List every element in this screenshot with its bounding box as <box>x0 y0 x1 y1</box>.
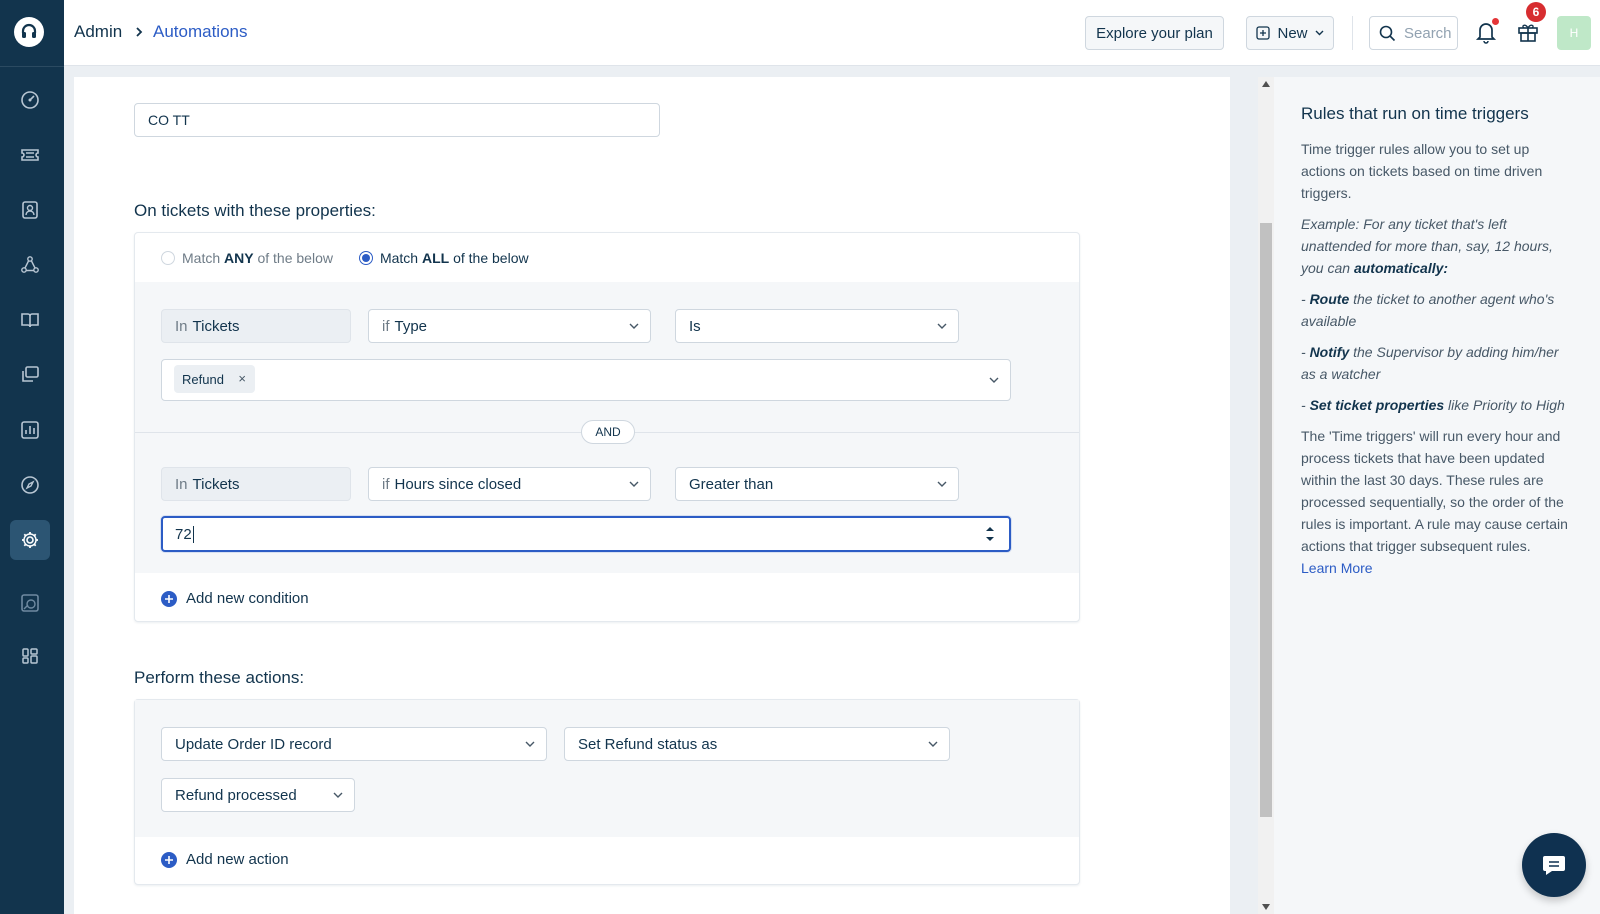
action-1-value-select[interactable]: Refund processed <box>161 778 355 812</box>
chevron-down-icon <box>989 377 999 384</box>
chevron-down-icon <box>928 741 938 748</box>
breadcrumb-chevron-icon <box>134 26 144 38</box>
sidebar-item-discover[interactable] <box>10 465 50 505</box>
sidebar-item-apps[interactable] <box>10 636 50 676</box>
help-body: The 'Time triggers' will run every hour … <box>1301 428 1568 554</box>
condition-1-field-select[interactable]: if Type <box>368 309 651 343</box>
dashboard-icon <box>19 89 41 111</box>
new-button[interactable]: New <box>1246 16 1334 50</box>
chat-widget-button[interactable] <box>1522 833 1586 897</box>
sidebar-item-freshworks[interactable] <box>10 583 50 623</box>
scroll-down-arrow-icon[interactable] <box>1262 904 1270 910</box>
match-any-radio[interactable] <box>161 251 175 265</box>
chevron-down-icon <box>629 323 639 330</box>
chevron-down-icon <box>629 481 639 488</box>
chevron-down-icon <box>937 323 947 330</box>
match-radio-group: Match ANY of the below Match ALL of the … <box>161 250 555 266</box>
rule-editor: CO TT On tickets with these properties: … <box>74 77 1230 914</box>
help-intro: Time trigger rules allow you to set up a… <box>1301 141 1543 201</box>
header-divider <box>1352 16 1353 50</box>
explore-plan-button[interactable]: Explore your plan <box>1085 16 1224 50</box>
forums-icon <box>19 364 41 386</box>
chevron-down-icon <box>937 481 947 488</box>
sidebar-item-dashboard[interactable] <box>10 80 50 120</box>
plus-square-icon <box>1256 26 1271 40</box>
tickets-icon <box>19 144 41 166</box>
main-scrollbar[interactable] <box>1258 77 1274 914</box>
sidebar-item-forums[interactable] <box>10 355 50 395</box>
help-bullet-set-properties: - Set ticket properties like Priority to… <box>1301 397 1565 413</box>
value-tag: Refund × <box>174 365 255 393</box>
help-bullet-route: - Route the ticket to another agent who'… <box>1301 291 1555 329</box>
help-example: Example: For any ticket that's left unat… <box>1301 216 1553 276</box>
condition-1-operator-select[interactable]: Is <box>675 309 959 343</box>
sidebar <box>0 0 64 914</box>
scroll-up-arrow-icon[interactable] <box>1262 81 1270 87</box>
conditions-panel: Match ANY of the below Match ALL of the … <box>134 232 1080 622</box>
add-action-button[interactable]: Add new action <box>161 851 289 868</box>
sidebar-item-tickets[interactable] <box>10 135 50 175</box>
discover-icon <box>19 474 41 496</box>
top-header: Admin Automations Explore your plan New … <box>64 0 1600 66</box>
reports-icon <box>19 419 41 441</box>
actions-panel: Update Order ID record Set Refund status… <box>134 699 1080 885</box>
chevron-down-icon <box>1315 30 1324 36</box>
chevron-down-icon <box>333 792 343 799</box>
breadcrumb-automations[interactable]: Automations <box>153 22 248 42</box>
rule-name-input[interactable]: CO TT <box>134 103 660 137</box>
gift-icon[interactable] <box>1516 19 1540 43</box>
conditions-list: In Tickets if Type Is Refund × AND In Ti… <box>135 282 1079 573</box>
new-button-label: New <box>1277 24 1308 42</box>
text-caret <box>192 525 194 543</box>
plus-circle-icon <box>161 590 177 607</box>
match-all-label[interactable]: Match ALL of the below <box>380 250 529 266</box>
condition-1-value-select[interactable]: Refund × <box>161 359 1011 401</box>
contacts-icon <box>19 199 41 221</box>
condition-2-scope: In Tickets <box>161 467 351 501</box>
actions-list: Update Order ID record Set Refund status… <box>135 700 1079 837</box>
chevron-down-icon <box>525 741 535 748</box>
number-spinner-icon[interactable] <box>985 523 995 545</box>
match-all-radio[interactable] <box>358 251 373 265</box>
help-title: Rules that run on time triggers <box>1301 104 1529 123</box>
breadcrumb-admin[interactable]: Admin <box>74 22 122 42</box>
condition-1-scope: In Tickets <box>161 309 351 343</box>
apps-icon <box>19 645 41 667</box>
scrollbar-thumb[interactable] <box>1260 223 1272 817</box>
learn-more-link[interactable]: Learn More <box>1301 557 1573 579</box>
action-1-target-select[interactable]: Update Order ID record <box>161 727 547 761</box>
condition-2-operator-select[interactable]: Greater than <box>675 467 959 501</box>
search-icon <box>1379 25 1396 42</box>
sidebar-item-reports[interactable] <box>10 410 50 450</box>
and-operator-pill: AND <box>581 420 635 444</box>
groups-icon <box>19 254 41 276</box>
user-avatar[interactable]: H <box>1557 16 1591 50</box>
knowledge-base-icon <box>19 309 41 331</box>
freshworks-icon <box>19 592 41 614</box>
match-any-label[interactable]: Match ANY of the below <box>182 250 333 266</box>
plus-circle-icon <box>161 851 177 868</box>
help-bullet-notify: - Notify the Supervisor by adding him/he… <box>1301 344 1559 382</box>
gift-count-badge: 6 <box>1526 2 1546 22</box>
add-condition-button[interactable]: Add new condition <box>161 590 309 607</box>
remove-tag-close-icon[interactable]: × <box>238 372 246 385</box>
sidebar-divider <box>0 66 64 67</box>
action-1-property-select[interactable]: Set Refund status as <box>564 727 950 761</box>
sidebar-item-knowledge-base[interactable] <box>10 300 50 340</box>
condition-2-field-select[interactable]: if Hours since closed <box>368 467 651 501</box>
sidebar-item-admin[interactable] <box>10 520 50 560</box>
search-placeholder: Search <box>1404 24 1452 42</box>
chat-bubble-icon <box>1541 854 1567 876</box>
notification-dot <box>1492 18 1499 25</box>
sidebar-item-groups[interactable] <box>10 245 50 285</box>
admin-settings-icon <box>19 529 41 551</box>
actions-title: Perform these actions: <box>134 668 305 687</box>
search-input[interactable]: Search <box>1369 16 1458 50</box>
freshdesk-logo-icon[interactable] <box>14 17 44 47</box>
conditions-title: On tickets with these properties: <box>134 201 376 220</box>
sidebar-item-contacts[interactable] <box>10 190 50 230</box>
help-panel: Rules that run on time triggers Time tri… <box>1274 77 1600 914</box>
condition-2-value-input[interactable]: 72 <box>161 516 1011 552</box>
